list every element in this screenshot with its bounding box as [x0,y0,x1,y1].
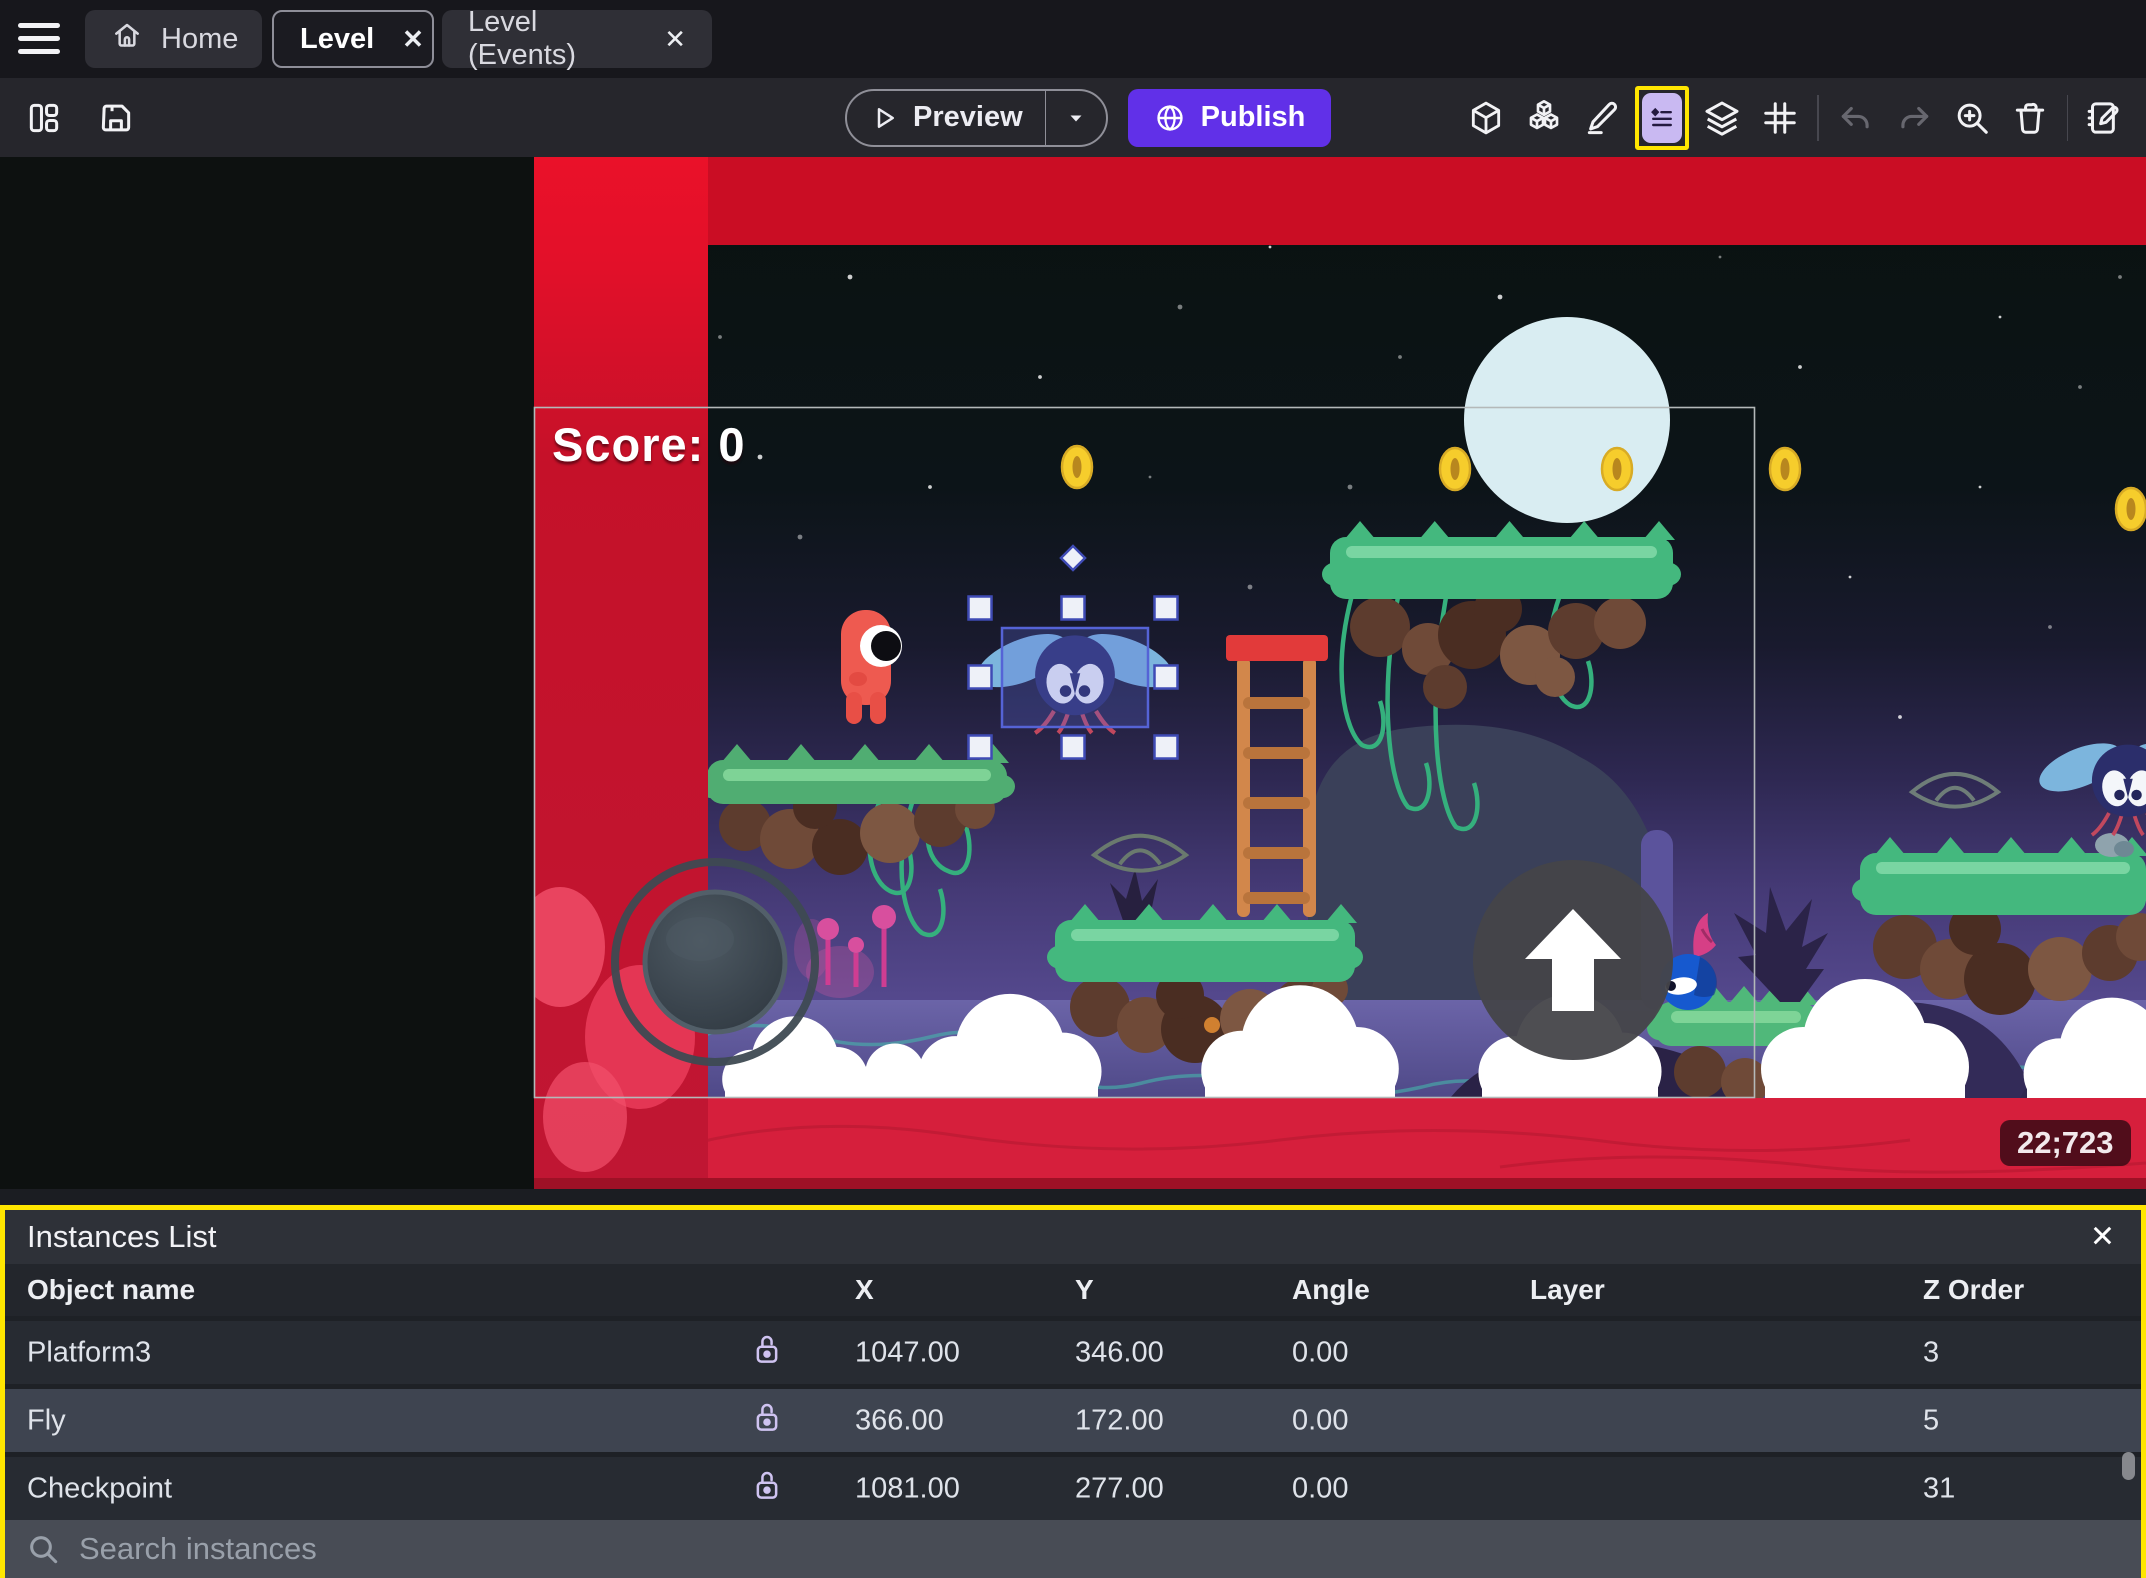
coin[interactable] [1600,446,1634,492]
instance-y: 346.00 [1075,1336,1164,1368]
column-y: Y [1075,1274,1094,1305]
gdevelop-editor: Home Level ✕ Level (Events) ✕ Preview Pu… [0,0,2146,1578]
lock-open-icon[interactable] [753,1401,781,1441]
table-row-selected[interactable]: Fly 366.00 172.00 0.00 5 [5,1389,2141,1452]
instance-x: 366.00 [855,1404,944,1436]
selection-overlay [1000,626,1150,729]
instance-angle: 0.00 [1292,1472,1349,1504]
instance-name: Fly [27,1404,66,1436]
menu-icon[interactable] [18,23,62,57]
tab-home-label: Home [161,22,239,55]
tab-level-events-label: Level (Events) [468,6,576,71]
preview-dropdown-button[interactable] [1044,90,1106,145]
jump-button[interactable] [1473,860,1673,1060]
resize-handle[interactable] [1153,734,1179,760]
instance-x: 1047.00 [855,1336,960,1368]
search-instances-input[interactable] [79,1531,979,1567]
lock-open-icon[interactable] [753,1333,781,1373]
column-angle: Angle [1292,1274,1370,1305]
layout-panels-button[interactable] [22,96,66,140]
resize-handle[interactable] [1153,595,1179,621]
instance-x: 1081.00 [855,1472,960,1504]
tab-level-events[interactable]: Level (Events) ✕ [442,6,712,71]
joystick-control[interactable] [611,858,819,1066]
close-icon[interactable]: ✕ [2090,1220,2115,1255]
column-x: X [855,1274,874,1305]
instance-name: Platform3 [27,1336,152,1368]
trash-icon[interactable] [2001,96,2059,140]
instance-z-order: 5 [1923,1404,1940,1436]
home-icon [111,19,143,59]
chevron-down-icon [1070,115,1082,121]
instances-list-icon [1642,92,1682,143]
edit-pencil-button[interactable] [1573,96,1631,140]
layers-button[interactable] [1693,96,1751,140]
column-layer: Layer [1530,1274,1605,1305]
globe-icon [1156,104,1183,131]
grid-button[interactable] [1751,96,1809,140]
instance-y: 172.00 [1075,1404,1164,1436]
instances-list-panel: Instances List ✕ Object name X Y Angle L… [0,1205,2146,1578]
lock-open-icon[interactable] [753,1469,781,1509]
table-row[interactable]: Platform3 1047.00 346.00 0.00 3 [5,1321,2141,1384]
preview-label: Preview [913,101,1023,133]
top-red-band [534,157,2146,245]
instance-angle: 0.00 [1292,1404,1349,1436]
resize-handle[interactable] [967,595,993,621]
close-icon[interactable]: ✕ [402,24,424,55]
bottom-red-band [0,1098,2146,1207]
coin[interactable] [2114,486,2146,532]
resize-handle[interactable] [1060,595,1086,621]
undo-button[interactable] [1827,96,1885,140]
panel-title: Instances List [27,1219,217,1254]
instance-z-order: 31 [1923,1472,1956,1504]
coin[interactable] [1768,446,1802,492]
publish-button[interactable]: Publish [1127,88,1332,147]
tab-bar: Home Level ✕ Level (Events) ✕ [0,0,2146,78]
close-icon[interactable]: ✕ [664,24,686,55]
column-object-name: Object name [27,1274,196,1305]
scene-art [0,157,2146,1207]
instance-z-order: 3 [1923,1336,1940,1368]
instance-name: Checkpoint [27,1472,173,1504]
instances-table-header: Object name X Y Angle Layer Z Order [5,1264,2141,1316]
coin[interactable] [1438,446,1472,492]
search-icon [30,1536,58,1564]
column-z-order: Z Order [1923,1274,2025,1305]
instance-y: 277.00 [1075,1472,1164,1504]
tab-home[interactable]: Home [85,10,262,68]
moon[interactable] [1464,317,1670,523]
coin[interactable] [1060,444,1094,490]
zoom-in-icon[interactable] [1943,96,2001,140]
table-row[interactable]: Checkpoint 1081.00 277.00 0.00 31 [5,1457,2141,1520]
save-icon[interactable] [94,96,138,140]
preview-button[interactable]: Preview [845,88,1108,147]
toolbar: Preview Publish [0,78,2146,157]
score-text-object[interactable]: Score: 0 [552,417,745,472]
instance-angle: 0.00 [1292,1336,1349,1368]
tab-level-label: Level [300,22,375,55]
scene-canvas[interactable]: Score: 0 22;723 [0,157,2146,1207]
scene-properties-edit-button[interactable] [2076,96,2134,140]
cursor-coordinates-badge: 22;723 [2000,1120,2131,1166]
3d-box-button[interactable] [1457,96,1515,140]
scrollbar-thumb[interactable] [2122,1452,2135,1480]
resize-handle[interactable] [967,664,993,690]
play-icon [877,107,894,128]
resize-handle[interactable] [1153,664,1179,690]
tab-level[interactable]: Level ✕ [272,10,434,68]
resize-handle[interactable] [967,734,993,760]
publish-label: Publish [1200,101,1306,133]
redo-button[interactable] [1885,96,1943,140]
resize-handle[interactable] [1060,734,1086,760]
objects-button[interactable] [1515,96,1573,140]
instances-list-button[interactable] [1635,85,1689,150]
